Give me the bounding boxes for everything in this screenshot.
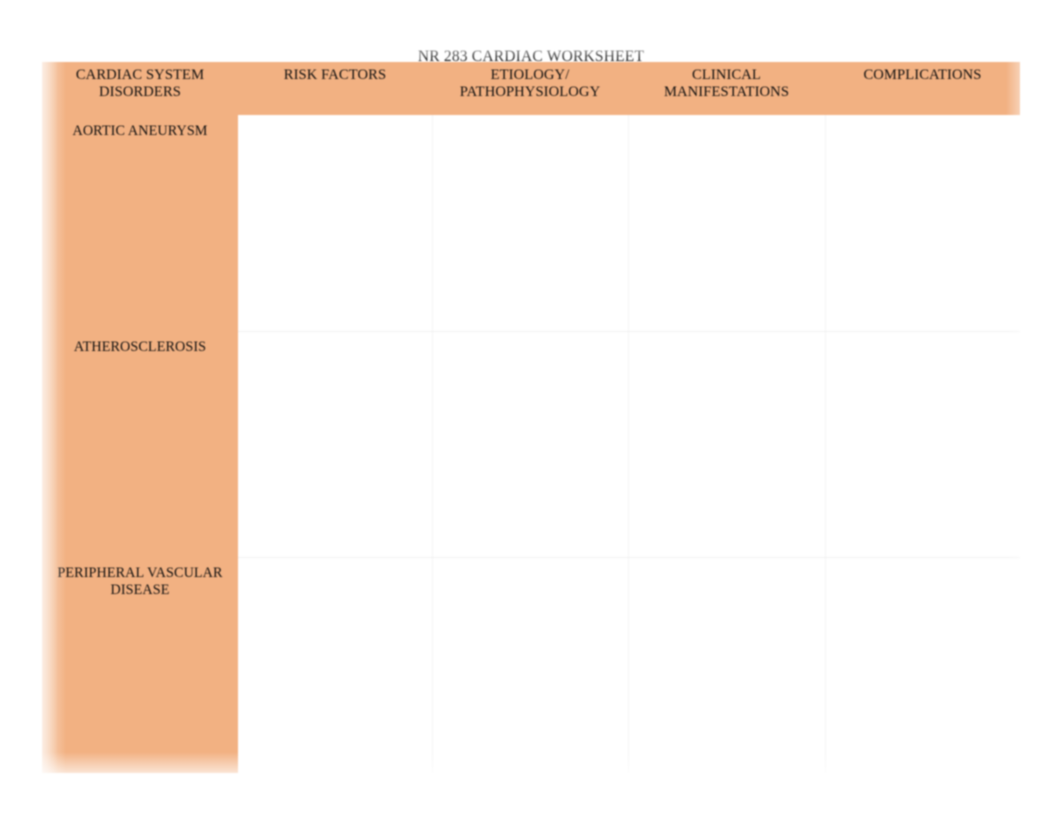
cell-aortic-aneurysm-risk-factors[interactable] [238,115,433,332]
worksheet-document: NR 283 CARDIAC WORKSHEET CARDIAC SYSTEM … [0,0,1062,822]
worksheet-table-wrapper: CARDIAC SYSTEM DISORDERS RISK FACTORS ET… [42,62,1020,773]
table-header-row: CARDIAC SYSTEM DISORDERS RISK FACTORS ET… [42,62,1020,115]
cell-pvd-clinical[interactable] [628,557,826,773]
table-row-aortic-aneurysm: AORTIC ANEURYSM [42,115,1020,332]
column-header-etiology-pathophysiology: ETIOLOGY/ PATHOPHYSIOLOGY [432,62,628,115]
cell-aortic-aneurysm-clinical[interactable] [628,115,826,332]
row-label-peripheral-vascular-disease: PERIPHERAL VASCULAR DISEASE [42,557,238,773]
column-header-complications: COMPLICATIONS [825,62,1020,115]
column-header-clinical-manifestations: CLINICAL MANIFESTATIONS [628,62,825,115]
cell-aortic-aneurysm-etiology[interactable] [432,115,629,332]
row-label-pvd-line1: PERIPHERAL VASCULAR [57,565,223,581]
cell-pvd-etiology[interactable] [432,557,629,773]
row-label-pvd-line2: DISEASE [110,582,170,598]
cell-pvd-risk-factors[interactable] [238,557,433,773]
cell-aortic-aneurysm-complications[interactable] [825,115,1020,332]
cardiac-worksheet-table: CARDIAC SYSTEM DISORDERS RISK FACTORS ET… [42,62,1020,773]
cell-atherosclerosis-risk-factors[interactable] [238,331,433,558]
table-row-atherosclerosis: ATHEROSCLEROSIS [42,331,1020,558]
column-header-disorders: CARDIAC SYSTEM DISORDERS [42,62,238,115]
cell-pvd-complications[interactable] [825,557,1020,773]
page-title: NR 283 CARDIAC WORKSHEET [417,48,645,65]
column-header-risk-factors: RISK FACTORS [238,62,432,115]
column-header-etiology-line1: ETIOLOGY/ [490,67,570,83]
cell-atherosclerosis-clinical[interactable] [628,331,826,558]
row-label-atherosclerosis: ATHEROSCLEROSIS [42,331,238,557]
row-label-aortic-aneurysm: AORTIC ANEURYSM [42,115,238,331]
table-row-peripheral-vascular-disease: PERIPHERAL VASCULAR DISEASE [42,557,1020,773]
cell-atherosclerosis-etiology[interactable] [432,331,629,558]
page-canvas: NR 283 CARDIAC WORKSHEET CARDIAC SYSTEM … [0,0,1062,822]
column-header-etiology-line2: PATHOPHYSIOLOGY [459,84,601,100]
cell-atherosclerosis-complications[interactable] [825,331,1020,558]
